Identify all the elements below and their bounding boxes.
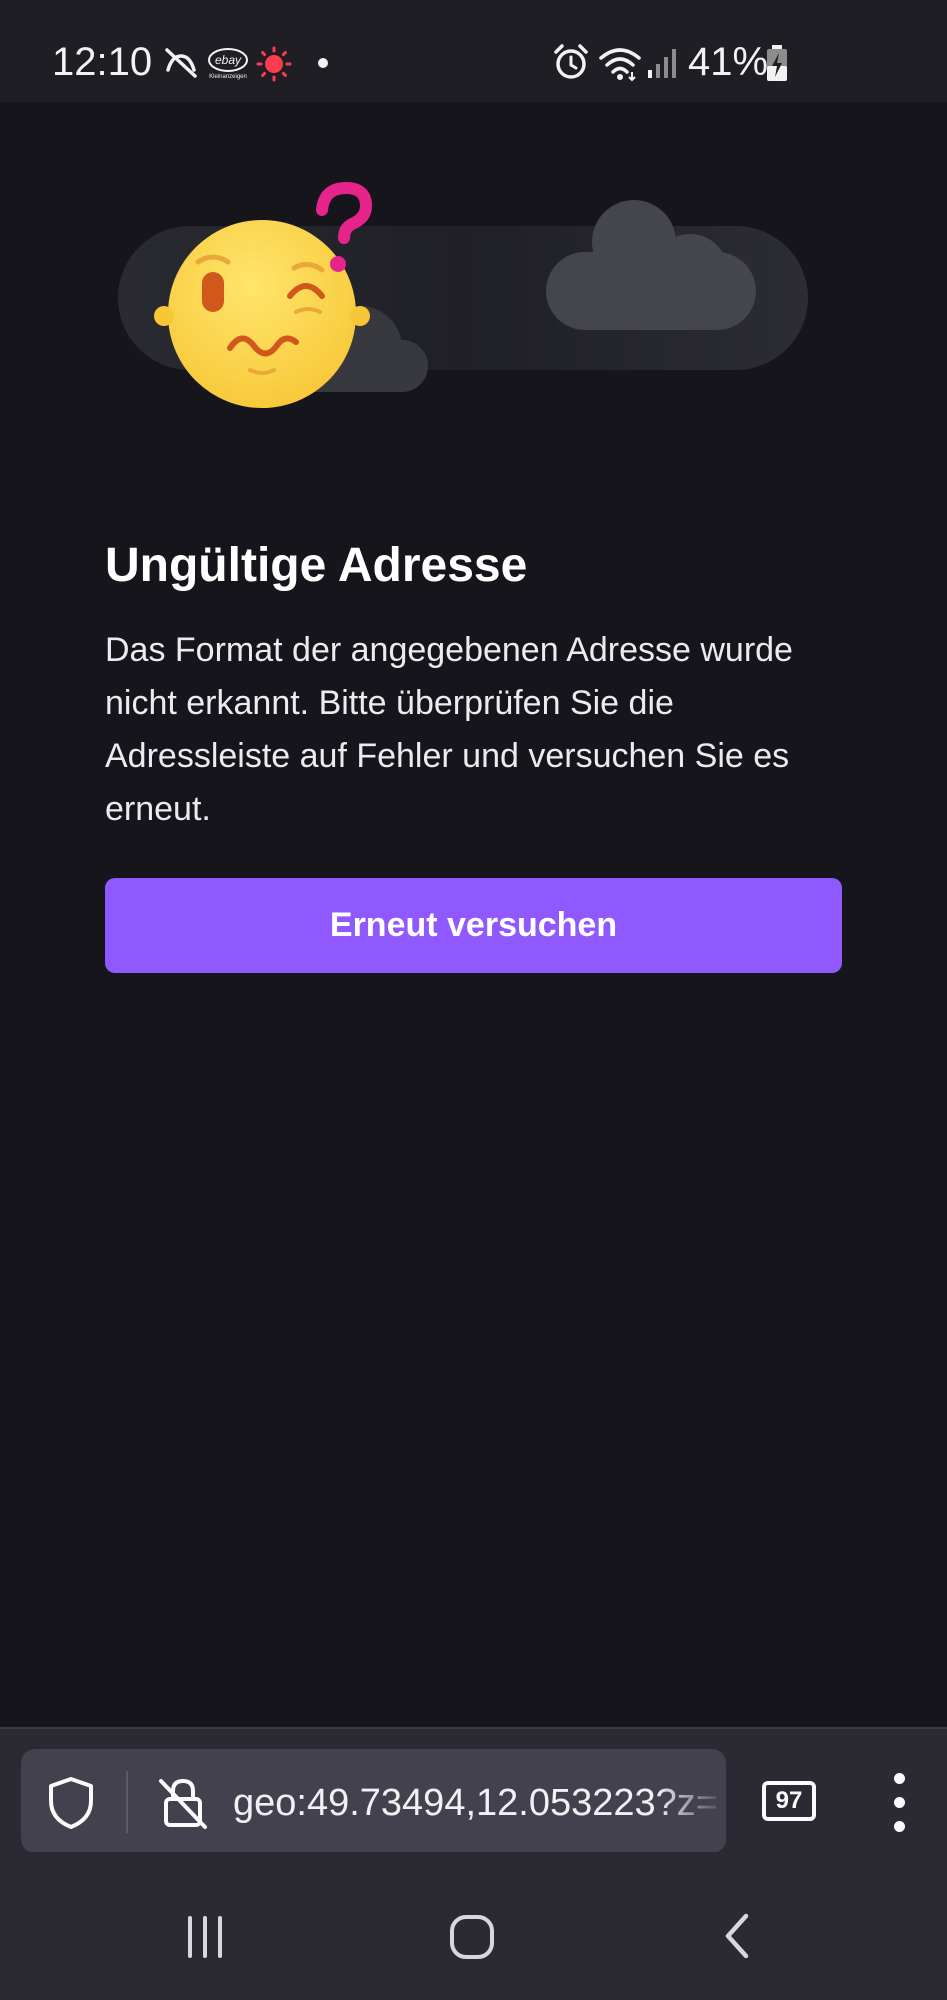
confused-face-illustration xyxy=(118,181,808,408)
alarm-icon xyxy=(554,44,588,79)
status-time: 12:10 xyxy=(52,40,153,84)
recording-icon xyxy=(256,46,292,82)
error-title: Ungültige Adresse xyxy=(105,539,528,592)
svg-text:ebay: ebay xyxy=(215,53,242,67)
browser-toolbar: geo:49.73494,12.053223?z= 97 xyxy=(0,1727,947,1853)
home-icon[interactable] xyxy=(448,1913,496,1961)
shield-icon[interactable] xyxy=(45,1775,97,1831)
dot-icon xyxy=(318,58,328,68)
battery-percent: 41% xyxy=(688,40,769,84)
back-icon[interactable] xyxy=(718,1910,758,1962)
retry-button[interactable]: Erneut versuchen xyxy=(105,878,842,973)
signal-icon xyxy=(648,49,676,78)
ebay-kleinanzeigen-icon: ebay Kleinanzeigen xyxy=(208,48,248,80)
menu-icon[interactable] xyxy=(880,1773,920,1833)
tab-counter-button[interactable]: 97 xyxy=(762,1781,816,1821)
system-nav-bar xyxy=(0,1852,947,2000)
url-divider xyxy=(126,1771,128,1833)
wifi-icon xyxy=(599,48,641,82)
battery-charging-icon xyxy=(767,45,787,81)
recents-icon[interactable] xyxy=(180,1912,230,1962)
url-fade xyxy=(656,1749,726,1853)
cloud-right xyxy=(546,200,756,330)
url-bar[interactable]: geo:49.73494,12.053223?z= xyxy=(21,1749,726,1853)
error-message: Das Format der angegebenen Adresse wurde… xyxy=(105,631,793,828)
notifications-off-icon xyxy=(165,48,197,78)
status-bar: 12:10 ebay Kleinanzeigen 41% xyxy=(0,0,947,102)
svg-text:Kleinanzeigen: Kleinanzeigen xyxy=(209,74,247,80)
url-text[interactable]: geo:49.73494,12.053223?z= xyxy=(233,1775,723,1831)
insecure-lock-icon[interactable] xyxy=(155,1775,211,1831)
